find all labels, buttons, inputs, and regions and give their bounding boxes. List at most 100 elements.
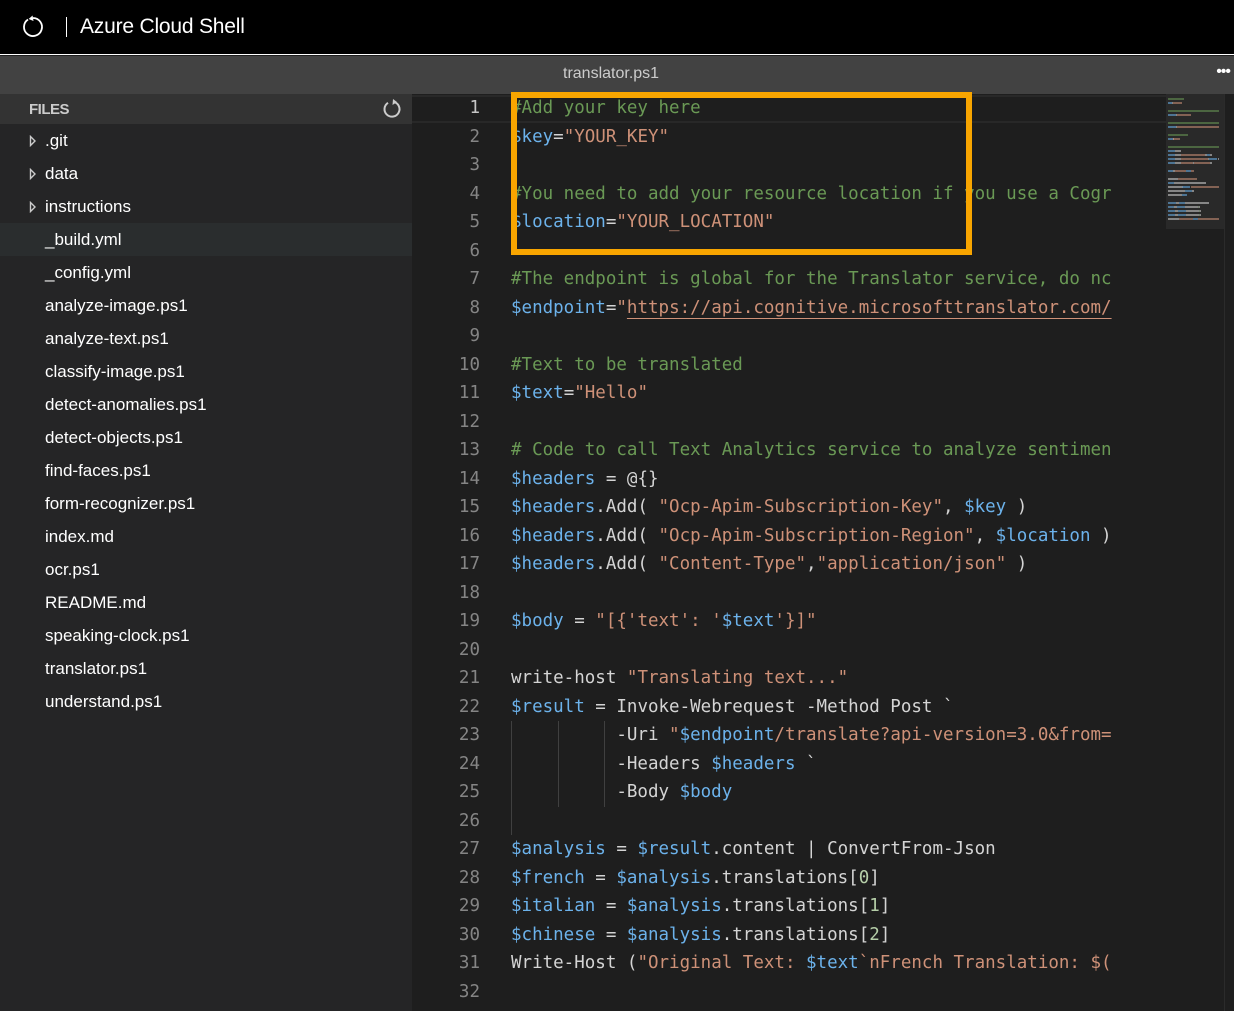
minimap-token — [1168, 146, 1220, 148]
file-item[interactable]: _build.yml — [0, 223, 412, 256]
minimap[interactable] — [1166, 94, 1224, 1011]
line-number: 24 — [458, 753, 480, 774]
refresh-button[interactable] — [18, 12, 48, 42]
code-line[interactable]: $analysis = $result.content | ConvertFro… — [511, 835, 1166, 864]
code-string: `nFrench Translation: $( — [858, 953, 1112, 973]
chevron-right-icon[interactable] — [29, 134, 45, 147]
code-line[interactable]: -Headers $headers ` — [511, 750, 1166, 779]
code-line[interactable]: $headers.Add( "Ocp-Apim-Subscription-Reg… — [511, 522, 1166, 551]
code-line[interactable]: $chinese = $analysis.translations[2] — [511, 921, 1166, 950]
code-string: " — [616, 297, 627, 318]
code-variable: $text — [721, 611, 775, 631]
code-text: = — [563, 383, 575, 403]
line-number: 23 — [458, 725, 480, 745]
code-number: 2 — [869, 924, 880, 945]
file-item[interactable]: _config.yml — [0, 256, 412, 289]
tree-item-label: analyze-image.ps1 — [45, 295, 188, 315]
code-line[interactable] — [511, 408, 1166, 437]
code-line[interactable]: #You need to add your resource location … — [511, 180, 1166, 209]
file-item[interactable]: index.md — [0, 520, 412, 553]
file-item[interactable]: ocr.ps1 — [0, 553, 412, 586]
folder-item[interactable]: .git — [0, 124, 412, 157]
minimap-token — [1210, 162, 1213, 164]
code-variable: $endpoint — [511, 297, 606, 318]
code-variable: $french — [511, 867, 585, 888]
code-line[interactable]: #Add your key here — [511, 94, 1166, 123]
code-line[interactable]: #The endpoint is global for the Translat… — [511, 265, 1166, 294]
code-line[interactable]: Write-Host ("Original Text: $text`nFrenc… — [511, 949, 1166, 978]
file-item[interactable]: classify-image.ps1 — [0, 355, 412, 388]
file-item[interactable]: README.md — [0, 586, 412, 619]
code-line[interactable]: #Text to be translated — [511, 351, 1166, 380]
code-line[interactable]: $body = "[{'text': '$text'}]" — [511, 607, 1166, 636]
code-line[interactable] — [511, 151, 1166, 180]
code-variable: $headers — [511, 554, 596, 574]
line-number: 16 — [458, 525, 480, 546]
file-item[interactable]: translator.ps1 — [0, 652, 412, 685]
folder-item[interactable]: data — [0, 157, 412, 190]
file-item[interactable]: analyze-text.ps1 — [0, 322, 412, 355]
code-text: = — [595, 924, 627, 945]
code-text: = — [605, 297, 617, 318]
code-line[interactable] — [511, 636, 1166, 665]
code-line[interactable] — [511, 579, 1166, 608]
code-line[interactable]: $key="YOUR_KEY" — [511, 123, 1166, 152]
file-item[interactable]: form-recognizer.ps1 — [0, 487, 412, 520]
code-line[interactable] — [511, 237, 1166, 266]
line-number: 18 — [458, 582, 480, 603]
minimap-token — [1177, 126, 1220, 128]
file-item[interactable]: detect-anomalies.ps1 — [0, 388, 412, 421]
folder-item[interactable]: instructions — [0, 190, 412, 223]
code-line[interactable] — [511, 322, 1166, 351]
code-text: , — [974, 525, 996, 546]
file-item[interactable]: understand.ps1 — [0, 685, 412, 718]
file-item[interactable]: detect-objects.ps1 — [0, 421, 412, 454]
file-item[interactable]: speaking-clock.ps1 — [0, 619, 412, 652]
refresh-files-button[interactable] — [382, 99, 402, 119]
line-number: 13 — [458, 440, 480, 460]
line-number: 5 — [469, 212, 480, 232]
code-variable: $analysis — [626, 896, 722, 916]
file-item[interactable]: analyze-image.ps1 — [0, 289, 412, 322]
more-options-button[interactable]: ••• — [1216, 63, 1231, 81]
editor-tab-title[interactable]: translator.ps1 — [563, 65, 659, 83]
code-line[interactable]: $headers.Add( "Ocp-Apim-Subscription-Key… — [511, 493, 1166, 522]
file-item[interactable]: find-faces.ps1 — [0, 454, 412, 487]
minimap-token — [1173, 138, 1180, 140]
code-line[interactable] — [511, 978, 1166, 1007]
code-line[interactable]: $italian = $analysis.translations[1] — [511, 892, 1166, 921]
code-line[interactable]: -Body $body — [511, 778, 1166, 807]
code-line[interactable] — [511, 807, 1166, 836]
code-editor[interactable]: 1 2 3 4 5 6 7 8 9 10 11 12 13 14 15 16 17 18 19 20 21 22 23 24 2… — [412, 94, 1234, 1011]
minimap-token — [1168, 122, 1220, 124]
code-area[interactable]: #Add your key here $key="YOUR_KEY" #You n… — [511, 94, 1166, 1006]
chevron-right-icon[interactable] — [29, 200, 45, 213]
code-text: ] — [869, 867, 880, 888]
code-string: "Translating text..." — [626, 668, 849, 688]
code-line[interactable]: $french = $analysis.translations[0] — [511, 864, 1166, 893]
code-string: "Original Text: — [637, 953, 807, 973]
code-line[interactable]: # Code to call Text Analytics service to… — [511, 436, 1166, 465]
vertical-scrollbar[interactable] — [1224, 94, 1234, 1011]
code-string: '}]" — [774, 611, 817, 631]
code-line[interactable]: $location="YOUR_LOCATION" — [511, 208, 1166, 237]
minimap-token — [1190, 186, 1220, 188]
code-line[interactable]: $headers = @{} — [511, 465, 1166, 494]
minimap-token — [1186, 210, 1199, 212]
chevron-right-icon[interactable] — [29, 167, 45, 180]
code-variable: $key — [511, 126, 554, 147]
code-line[interactable]: $text="Hello" — [511, 379, 1166, 408]
code-link[interactable]: https://api.cognitive.microsofttranslato… — [627, 298, 1112, 318]
minimap-token — [1168, 126, 1177, 128]
minimap-token — [1168, 150, 1176, 152]
minimap-token — [1168, 186, 1182, 188]
code-line[interactable]: $endpoint="https://api.cognitive.microso… — [511, 294, 1166, 323]
minimap-token — [1175, 150, 1181, 152]
code-line[interactable]: $headers.Add( "Content-Type","applicatio… — [511, 550, 1166, 579]
code-number: 0 — [858, 867, 870, 888]
code-line[interactable]: write-host "Translating text..." — [511, 664, 1166, 693]
line-number: 22 — [458, 696, 480, 717]
tree-item-label: analyze-text.ps1 — [45, 328, 169, 348]
code-line[interactable]: -Uri "$endpoint/translate?api-version=3.… — [511, 721, 1166, 750]
code-line[interactable]: $result = Invoke-Webrequest -Method Post… — [511, 693, 1166, 722]
